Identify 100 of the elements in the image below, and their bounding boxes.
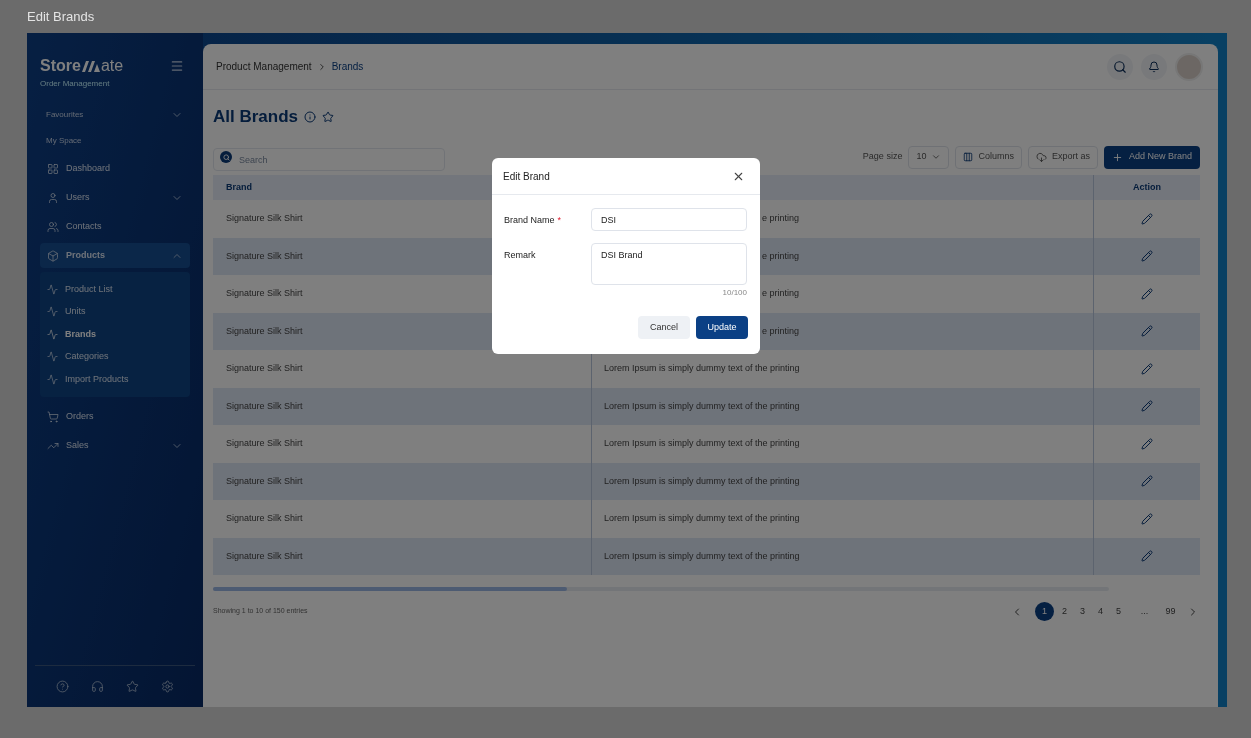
add-brand-button[interactable]: Add New Brand [1103, 145, 1200, 169]
brand-name-field[interactable]: DSI [591, 208, 747, 231]
chevron-down-icon [931, 152, 942, 162]
table-cell: Signature Silk Shirt [226, 324, 303, 338]
logo-mark-icon [80, 60, 101, 72]
edit-icon[interactable] [1141, 512, 1153, 525]
info-icon[interactable] [304, 111, 317, 123]
edit-icon[interactable] [1141, 287, 1153, 300]
window-title: Edit Brands [27, 7, 95, 26]
cart-icon [47, 411, 59, 423]
table-cell-text: Signature Silk Shirt [226, 212, 303, 225]
scrollbar-thumb[interactable] [213, 587, 567, 591]
edit-icon[interactable] [1141, 437, 1153, 450]
character-counter: 10/100 [722, 287, 747, 299]
column-header[interactable]: Action [1133, 180, 1161, 195]
cancel-button[interactable]: Cancel [638, 316, 690, 339]
edit-icon[interactable] [1141, 212, 1153, 225]
table-cell: Signature Silk Shirt [226, 474, 303, 488]
bell-icon [1148, 60, 1160, 73]
page-title: All Brands [213, 106, 299, 129]
sidebar-group[interactable]: Favourites [27, 102, 203, 128]
edit-icon[interactable] [1141, 325, 1153, 338]
page-button[interactable]: 99 [1163, 602, 1178, 621]
submenu-item[interactable]: Import Products [40, 368, 190, 391]
page-button[interactable]: 1 [1035, 602, 1054, 621]
app-logo: Store ate [40, 58, 124, 74]
user-icon [47, 191, 59, 204]
cloud-download-icon [1035, 151, 1047, 163]
table-cell-text: Signature Silk Shirt [226, 437, 303, 450]
update-button[interactable]: Update [696, 316, 748, 339]
sidebar-item[interactable]: Products [40, 243, 190, 268]
sidebar-item[interactable]: Sales [40, 433, 190, 459]
table-cell: Signature Silk Shirt [226, 549, 303, 563]
table-cell: Lorem Ipsum is simply dummy text of the printing [604, 474, 800, 488]
page-size-label: Page size [862, 150, 903, 164]
breadcrumb-link[interactable]: Brands [331, 59, 364, 74]
headphones-icon[interactable] [91, 679, 104, 693]
help-icon[interactable] [56, 679, 69, 693]
star-icon[interactable] [322, 111, 335, 123]
table-cell-text: Signature Silk Shirt [226, 512, 303, 525]
table-cell-text: Lorem Ipsum is simply dummy text of the printing [604, 437, 800, 450]
table-cell: e printing [762, 249, 800, 263]
edit-icon[interactable] [1141, 250, 1153, 263]
edit-icon[interactable] [1141, 475, 1153, 488]
search-button[interactable] [1107, 53, 1133, 80]
sidebar-heading: My Space [46, 135, 82, 147]
search-icon [220, 151, 232, 163]
trend-icon [47, 440, 59, 452]
pulse-icon [47, 306, 58, 318]
breadcrumb-link[interactable]: Product Management [216, 59, 312, 74]
submenu-item[interactable]: Units [40, 300, 190, 323]
table-cell-text: Lorem Ipsum is simply dummy text of the printing [604, 362, 800, 375]
pulse-icon [47, 351, 58, 363]
table-cell-text: Signature Silk Shirt [226, 362, 303, 375]
page-button[interactable]: 4 [1093, 602, 1108, 621]
sidebar-item[interactable]: Contacts [40, 214, 190, 239]
edit-icon[interactable] [1141, 362, 1153, 375]
page-button[interactable]: 5 [1111, 602, 1126, 621]
search-field[interactable]: Search [213, 148, 445, 171]
submenu-item[interactable]: Product List [40, 278, 190, 301]
sidebar-item[interactable]: Orders [40, 404, 190, 430]
notifications-button[interactable] [1141, 53, 1167, 80]
column-header[interactable]: Brand [226, 180, 252, 195]
submenu-item[interactable]: Brands [40, 323, 190, 346]
field-label: Brand Name [504, 214, 555, 227]
page-button[interactable]: 2 [1057, 602, 1072, 621]
search-icon [1113, 59, 1127, 74]
menu-icon[interactable] [170, 59, 184, 73]
table-cell-text: e printing [762, 287, 800, 300]
table-cell: Signature Silk Shirt [226, 249, 303, 263]
edit-icon[interactable] [1141, 550, 1153, 563]
settings-icon[interactable] [161, 679, 174, 693]
table-cell-text: Signature Silk Shirt [226, 287, 303, 300]
app-tagline: Order Management [39, 78, 110, 90]
plus-icon [1111, 151, 1123, 163]
page-button[interactable]: ... [1137, 602, 1152, 621]
users-icon [47, 220, 59, 233]
submenu-item[interactable]: Categories [40, 345, 190, 368]
pulse-icon [47, 283, 58, 295]
table-cell-text: Lorem Ipsum is simply dummy text of the printing [604, 512, 800, 525]
table-cell: Lorem Ipsum is simply dummy text of the printing [604, 399, 800, 413]
table-cell-text: e printing [762, 212, 800, 225]
sidebar-item[interactable]: Dashboard [40, 156, 190, 181]
edit-icon[interactable] [1141, 400, 1153, 413]
table-cell: Signature Silk Shirt [226, 399, 303, 413]
table-cell: Lorem Ipsum is simply dummy text of the printing [604, 549, 800, 563]
columns-icon [963, 152, 974, 162]
remark-field[interactable]: DSI Brand [591, 243, 747, 285]
required-mark: * [557, 214, 562, 227]
dialog-title: Edit Brand [503, 169, 550, 184]
grid-icon [47, 162, 59, 175]
field-label: Remark [504, 249, 536, 262]
pulse-icon [47, 328, 58, 340]
columns-button[interactable]: Columns [955, 145, 1022, 169]
pulse-icon [47, 373, 58, 385]
page-button[interactable]: 3 [1075, 602, 1090, 621]
export-button[interactable]: Export as [1027, 145, 1098, 169]
page-size-select[interactable]: 10 [908, 145, 950, 169]
box-icon [47, 249, 59, 262]
sidebar-item[interactable]: Users [40, 185, 190, 210]
